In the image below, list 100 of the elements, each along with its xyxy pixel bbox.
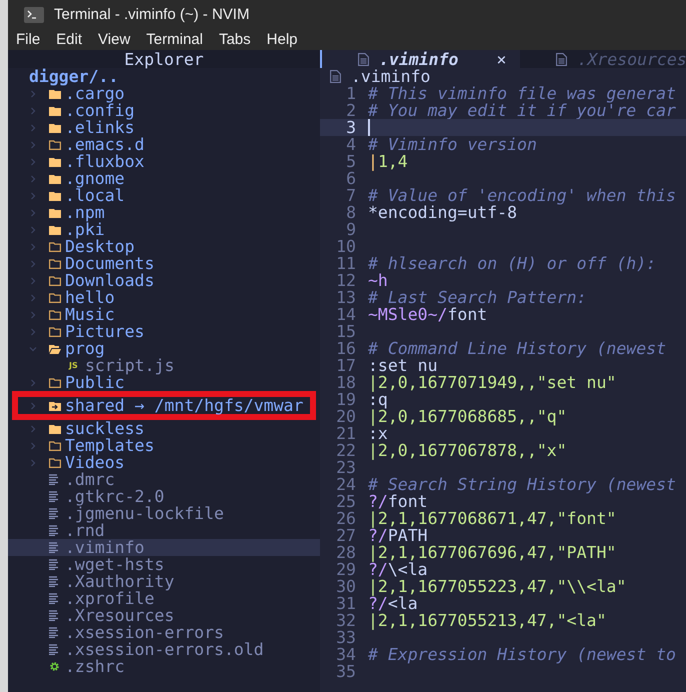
folder-icon bbox=[49, 458, 61, 468]
line-number: 6 bbox=[345, 170, 357, 187]
line-number: 32 bbox=[335, 612, 357, 629]
line-number: 34 bbox=[335, 646, 357, 663]
file-icon bbox=[49, 593, 59, 604]
menu-item[interactable]: Help bbox=[266, 28, 298, 52]
file-tree-item[interactable]: .emacs.d bbox=[8, 136, 320, 153]
line-number: 18 bbox=[335, 374, 357, 391]
file-tree-item[interactable]: hello bbox=[8, 289, 320, 306]
editor-tab[interactable]: .viminfo × bbox=[322, 50, 520, 68]
line-number: 11 bbox=[335, 255, 357, 272]
code-line: |2,0,1677068685,,"q" bbox=[368, 408, 567, 425]
line-number: 30 bbox=[335, 578, 357, 595]
folder-icon bbox=[49, 122, 61, 132]
code-line: ?/\<la bbox=[368, 561, 428, 578]
file-icon bbox=[49, 491, 59, 502]
line-number: 26 bbox=[335, 510, 357, 527]
chevron-right-icon bbox=[29, 106, 37, 114]
line-number: 9 bbox=[345, 221, 357, 238]
file-tree-item[interactable]: .xprofile bbox=[8, 590, 320, 607]
file-tree-item[interactable]: .zshrc bbox=[8, 658, 320, 675]
file-tree-item[interactable]: .rnd bbox=[8, 522, 320, 539]
code-line: # Search String History (newest bbox=[368, 476, 676, 493]
file-tree-item[interactable]: Templates bbox=[8, 437, 320, 454]
text-cursor bbox=[368, 119, 370, 136]
file-tree-item[interactable]: Desktop bbox=[8, 238, 320, 255]
menu-item[interactable]: File bbox=[16, 28, 40, 52]
folder-icon bbox=[49, 242, 61, 252]
code-line: # This viminfo file was generat bbox=[368, 85, 676, 102]
file-tree-item[interactable]: .gtkrc-2.0 bbox=[8, 488, 320, 505]
chevron-right-icon bbox=[29, 260, 37, 268]
line-number: 2 bbox=[345, 102, 357, 119]
folder-icon bbox=[49, 310, 61, 320]
menu-item[interactable]: Terminal bbox=[146, 28, 203, 52]
file-tree-item[interactable]: .pki bbox=[8, 221, 320, 238]
terminal-icon bbox=[24, 7, 44, 23]
file-tree-item[interactable]: Videos bbox=[8, 454, 320, 471]
file-tree-item[interactable]: .xsession-errors.old bbox=[8, 641, 320, 658]
chevron-right-icon bbox=[29, 174, 37, 182]
menu-item[interactable]: Tabs bbox=[218, 28, 251, 52]
file-tree-item[interactable]: prog bbox=[8, 340, 320, 357]
folder-icon bbox=[49, 190, 61, 200]
chevron-right-icon bbox=[29, 294, 37, 302]
line-number: 17 bbox=[335, 357, 357, 374]
file-tree-item[interactable]: Public bbox=[8, 374, 320, 391]
file-tree-item[interactable]: .gnome bbox=[8, 170, 320, 187]
line-number: 22 bbox=[335, 442, 357, 459]
file-tree-item[interactable]: .config bbox=[8, 102, 320, 119]
folder-link-icon bbox=[49, 400, 61, 410]
file-tree-item[interactable]: suckless bbox=[8, 420, 320, 437]
folder-icon bbox=[49, 140, 61, 150]
window-title: Terminal - .viminfo (~) - NVIM bbox=[54, 4, 250, 25]
folder-icon bbox=[49, 424, 61, 434]
file-tree-item[interactable]: .viminfo bbox=[8, 539, 320, 556]
file-icon bbox=[49, 542, 59, 553]
line-number: 4 bbox=[345, 136, 357, 153]
line-number: 3 bbox=[345, 119, 357, 136]
chevron-right-icon bbox=[29, 90, 37, 98]
file-icon bbox=[556, 52, 568, 66]
file-tree-item[interactable]: Music bbox=[8, 306, 320, 323]
close-button[interactable]: × bbox=[496, 50, 506, 68]
chevron-right-icon bbox=[29, 158, 37, 166]
file-tree-item[interactable]: .fluxbox bbox=[8, 153, 320, 170]
file-tree-item[interactable]: .xsession-errors bbox=[8, 624, 320, 641]
line-number: 35 bbox=[335, 663, 357, 680]
line-number: 24 bbox=[335, 476, 357, 493]
file-tree-item[interactable]: Downloads bbox=[8, 272, 320, 289]
line-number: 8 bbox=[345, 204, 357, 221]
file-tree-item[interactable]: Pictures bbox=[8, 323, 320, 340]
folder-icon bbox=[49, 174, 61, 184]
code-line: :q bbox=[368, 391, 388, 408]
file-tree-item[interactable]: .local bbox=[8, 187, 320, 204]
chevron-right-icon bbox=[29, 402, 37, 410]
menu-item[interactable]: View bbox=[98, 28, 130, 52]
chevron-right-icon bbox=[29, 328, 37, 336]
file-tree-item[interactable]: .Xauthority bbox=[8, 573, 320, 590]
line-number: 5 bbox=[345, 153, 357, 170]
line-number: 15 bbox=[335, 323, 357, 340]
folder-icon bbox=[49, 208, 61, 218]
file-tree-item[interactable]: .cargo bbox=[8, 85, 320, 102]
file-icon bbox=[330, 70, 341, 83]
file-tree-item[interactable]: .jgmenu-lockfile bbox=[8, 505, 320, 522]
chevron-right-icon bbox=[29, 458, 37, 466]
file-tree-item[interactable]: JS script.js bbox=[8, 357, 320, 374]
file-tree-item[interactable]: .dmrc bbox=[8, 471, 320, 488]
file-tree-item[interactable]: .elinks bbox=[8, 119, 320, 136]
chevron-right-icon bbox=[29, 378, 37, 386]
folder-icon bbox=[49, 326, 61, 336]
chevron-right-icon bbox=[29, 442, 37, 450]
file-tree-item[interactable]: .npm bbox=[8, 204, 320, 221]
file-icon bbox=[49, 576, 59, 587]
menu-item[interactable]: Edit bbox=[56, 28, 82, 52]
code-line: ?/PATH bbox=[368, 527, 428, 544]
folder-icon bbox=[49, 106, 61, 116]
line-number: 23 bbox=[335, 459, 357, 476]
file-tree-item[interactable]: .Xresources bbox=[8, 607, 320, 624]
breadcrumb: .viminfo bbox=[351, 68, 430, 85]
file-tree-item[interactable]: shared → /mnt/hgfs/vmwar bbox=[12, 391, 316, 420]
file-tree-item[interactable]: Documents bbox=[8, 255, 320, 272]
file-tree-item[interactable]: .wget-hsts bbox=[8, 556, 320, 573]
